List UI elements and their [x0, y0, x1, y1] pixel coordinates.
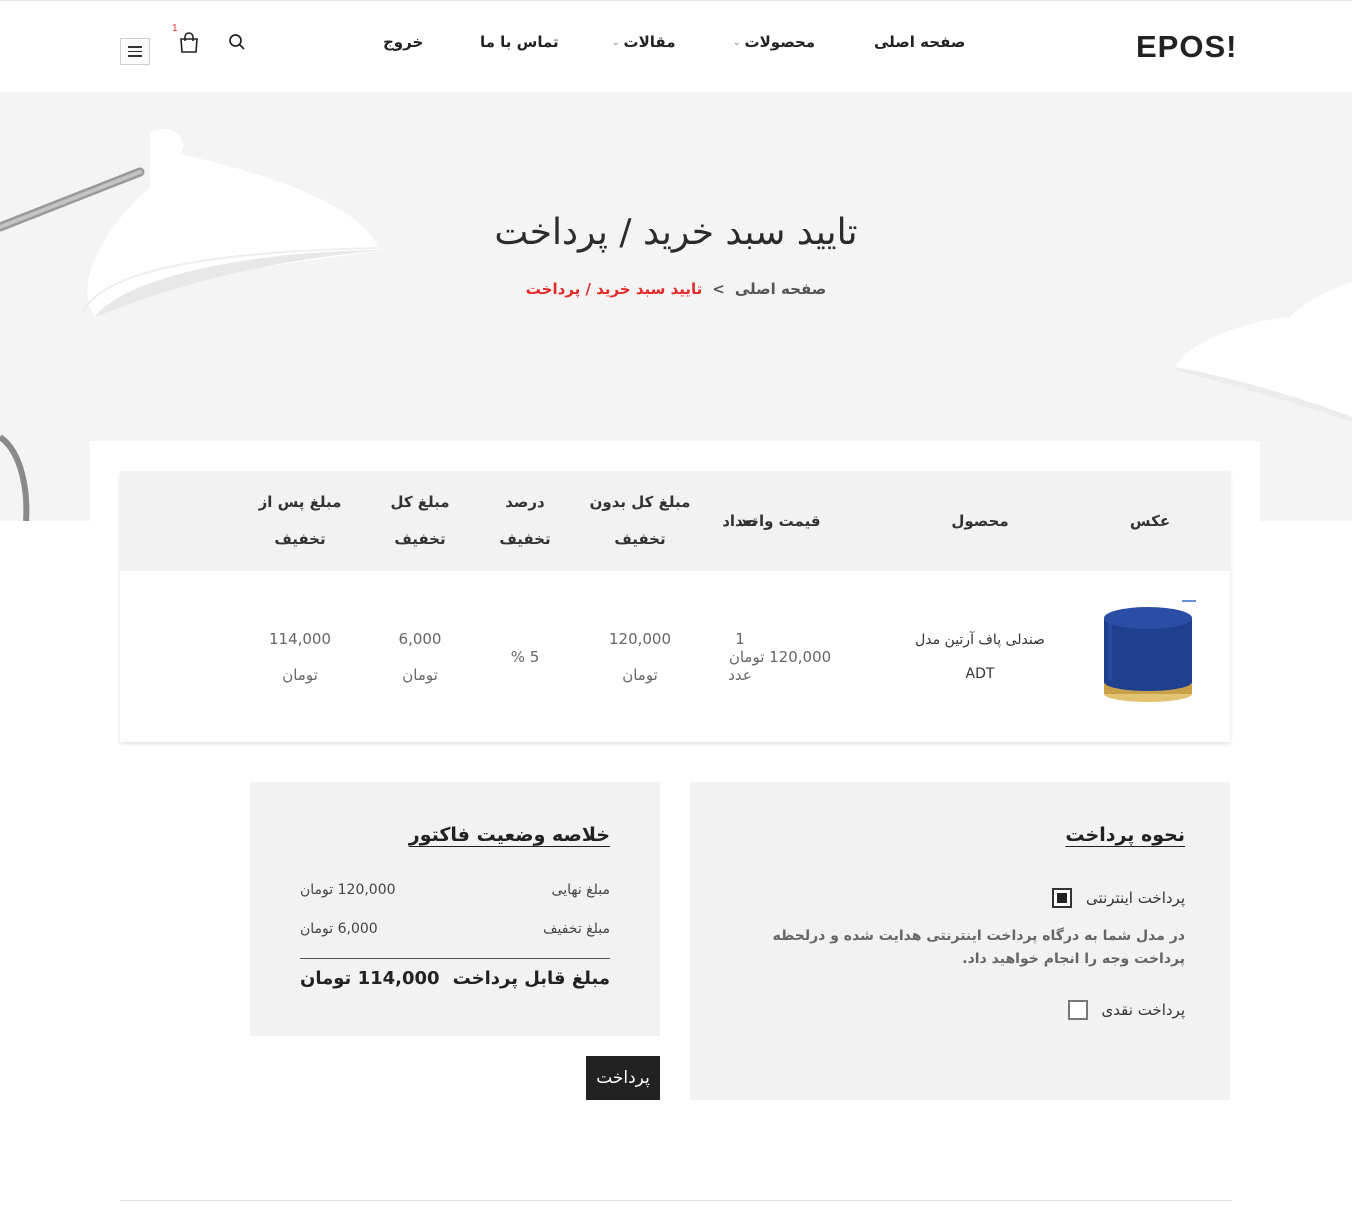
online-payment-label: پرداخت اینترنتی: [1086, 889, 1185, 907]
payable-amount-row: مبلغ قابل پرداخت 114,000 تومان: [300, 968, 610, 989]
table-header: عکس محصول قیمت واحد تعداد مبلغ کل بدون تخ…: [120, 471, 1230, 571]
nav-products-label: محصولات: [744, 33, 816, 51]
nav-logout[interactable]: خروج: [383, 33, 423, 59]
breadcrumb-home-link[interactable]: صفحه اصلی: [735, 280, 826, 298]
discount-amount-row: مبلغ تخفیف 6,000 تومان: [300, 921, 610, 937]
final-amount-value: 120,000 تومان: [300, 882, 396, 898]
col-discount-total: مبلغ کل تخفیف: [390, 493, 450, 548]
chevron-down-icon: ⌄: [733, 37, 741, 48]
online-payment-description: در مدل شما به درگاه پرداخت اینترنتی هدای…: [772, 928, 1185, 967]
discount-total: 6,000 تومان: [398, 629, 442, 684]
cash-payment-option[interactable]: پرداخت نقدی: [1067, 1000, 1185, 1020]
product-name[interactable]: صندلی پاف آرتین مدل ADT: [890, 571, 1070, 742]
payment-method-title: نحوه پرداخت: [1065, 824, 1185, 846]
discount-amount-label: مبلغ تخفیف: [543, 921, 610, 937]
nav-articles[interactable]: مقالات⌄: [612, 33, 676, 59]
quantity: 1 عدد: [728, 629, 752, 684]
search-button[interactable]: [228, 33, 246, 51]
col-product: محصول: [951, 511, 1009, 530]
cart-button[interactable]: [178, 31, 200, 55]
online-payment-option[interactable]: پرداخت اینترنتی: [1052, 888, 1185, 908]
discount-amount-value: 6,000 تومان: [300, 921, 378, 937]
payable-amount-label: مبلغ قابل پرداخت: [452, 968, 610, 989]
menu-icon: [128, 46, 142, 48]
logo[interactable]: EPOS!: [1136, 29, 1237, 65]
product-image[interactable]: [1090, 596, 1210, 716]
final-amount-row: مبلغ نهایی 120,000 تومان: [300, 882, 610, 898]
col-quantity: تعداد: [722, 511, 758, 530]
nav-home[interactable]: صفحه اصلی: [874, 33, 965, 59]
after-discount: 114,000 تومان: [268, 629, 332, 684]
nav-articles-label: مقالات: [623, 33, 676, 51]
footer-divider: [120, 1200, 1232, 1201]
col-total-no-discount: مبلغ کل بدون تخفیف: [589, 493, 691, 548]
invoice-summary-panel: خلاصه وضعیت فاکتور مبلغ نهایی 120,000 تو…: [250, 782, 660, 1036]
nav-contact[interactable]: تماس با ما: [480, 33, 559, 59]
breadcrumb-separator: >: [712, 280, 725, 298]
summary-divider: [300, 958, 610, 959]
final-amount-label: مبلغ نهایی: [551, 882, 610, 898]
chevron-down-icon: ⌄: [612, 37, 620, 48]
total-no-discount: 120,000 تومان: [608, 629, 672, 684]
menu-button[interactable]: [120, 38, 150, 65]
pay-button[interactable]: پرداخت: [586, 1056, 660, 1100]
page-title: تایید سبد خرید / پرداخت: [494, 212, 858, 253]
col-discount-percent: درصد تخفیف: [499, 493, 551, 548]
online-payment-checkbox[interactable]: [1052, 888, 1073, 908]
site-header: EPOS! صفحه اصلی محصولات⌄ مقالات⌄ تماس با…: [0, 0, 1352, 92]
nav-products[interactable]: محصولات⌄: [733, 33, 815, 59]
payment-method-panel: نحوه پرداخت پرداخت اینترنتی در مدل شما ب…: [690, 782, 1230, 1100]
cash-payment-label: پرداخت نقدی: [1101, 1001, 1185, 1019]
cart-count-badge: 1: [172, 23, 178, 34]
breadcrumb-current: تایید سبد خرید / پرداخت: [525, 280, 703, 298]
col-after-discount: مبلغ پس از تخفیف: [258, 493, 342, 548]
col-image: عکس: [1129, 511, 1171, 530]
payable-amount-value: 114,000 تومان: [300, 968, 440, 989]
invoice-summary-title: خلاصه وضعیت فاکتور: [408, 824, 610, 846]
cash-payment-checkbox[interactable]: [1067, 1000, 1088, 1020]
search-icon: [229, 34, 245, 50]
cart-table: عکس محصول قیمت واحد تعداد مبلغ کل بدون تخ…: [120, 471, 1230, 742]
breadcrumb: صفحه اصلی > تایید سبد خرید / پرداخت: [0, 280, 1352, 298]
cart-icon: [180, 32, 198, 53]
discount-percent: 5 %: [510, 647, 540, 666]
